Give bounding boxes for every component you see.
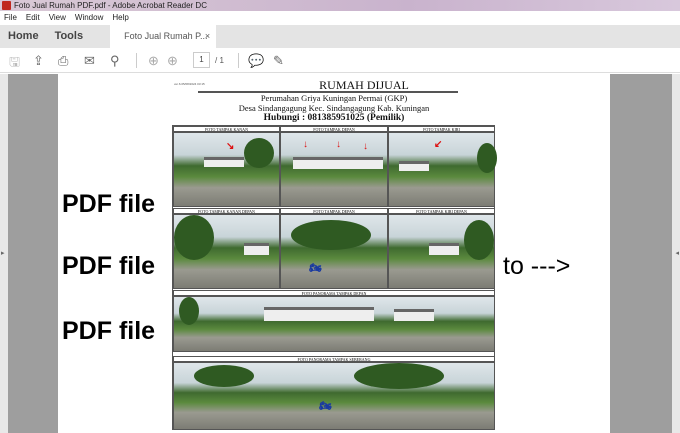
house-photo <box>388 214 495 289</box>
divider <box>136 53 137 68</box>
menu-bar: File Edit View Window Help <box>0 11 680 25</box>
red-arrow-icon: ↙ <box>434 139 443 150</box>
title-bar: Foto Jual Rumah PDF.pdf - Adobe Acrobat … <box>0 0 680 11</box>
divider <box>238 53 239 68</box>
pdf-file-label: PDF file <box>62 317 156 345</box>
document-line2: Desa Sindangagung Kec. Sindangagung Kab.… <box>238 103 430 113</box>
upload-cloud-icon[interactable]: ⇪ <box>33 53 44 69</box>
panorama-photo: 🏍 <box>173 362 495 430</box>
page-down-icon[interactable]: ⊕ <box>167 53 178 69</box>
red-arrow-icon: ↓ <box>363 141 368 152</box>
tab-bar: Home Tools Foto Jual Rumah P... × <box>0 25 680 48</box>
print-icon[interactable]: ⎙ <box>58 53 68 69</box>
search-icon[interactable]: ⚲ <box>110 53 120 69</box>
red-arrow-icon: ↓ <box>303 139 308 150</box>
pdf-file-label: PDF file <box>62 190 156 218</box>
tab-document-label: Foto Jual Rumah P... <box>124 31 208 41</box>
page-up-icon[interactable]: ⊕ <box>148 53 159 69</box>
house-photo: ↙ <box>388 132 497 207</box>
pdf-app-icon <box>2 1 11 10</box>
page-number-input[interactable]: 1 <box>193 52 210 68</box>
tab-document[interactable]: Foto Jual Rumah P... × <box>110 25 217 48</box>
pdf-file-label: PDF file <box>62 252 156 280</box>
house-photo: ↓ ↓ ↓ <box>280 132 388 207</box>
motorcycle-icon: 🏍 <box>309 263 322 274</box>
house-photo: 🏍 <box>280 214 388 289</box>
menu-view[interactable]: View <box>49 11 66 25</box>
arrow-to-label: to ---> <box>503 252 571 280</box>
document-line3: Hubungi : 081385951025 (Pemilik) <box>263 113 405 123</box>
tab-tools[interactable]: Tools <box>47 25 92 48</box>
menu-file[interactable]: File <box>4 11 17 25</box>
window-title: Foto Jual Rumah PDF.pdf - Adobe Acrobat … <box>14 1 207 10</box>
menu-edit[interactable]: Edit <box>26 11 40 25</box>
close-tab-icon[interactable]: × <box>205 25 210 48</box>
panorama-photo <box>173 296 495 352</box>
red-arrow-icon: ↓ <box>336 139 341 150</box>
right-panel-toggle[interactable]: ◂ <box>672 74 680 433</box>
toolbar: 🖫 ⇪ ⎙ ✉ ⚲ ⊕ ⊕ 1 / 1 💬 ✎ <box>0 48 680 73</box>
expand-left-icon: ▸ <box>1 250 5 257</box>
document-line1: Perumahan Griya Kuningan Permai (GKP) <box>260 93 408 103</box>
save-icon[interactable]: 🖫 <box>9 53 20 75</box>
menu-help[interactable]: Help <box>112 11 128 25</box>
menu-window[interactable]: Window <box>75 11 103 25</box>
tab-home[interactable]: Home <box>0 25 47 48</box>
email-icon[interactable]: ✉ <box>84 53 95 69</box>
house-photo <box>173 214 280 289</box>
red-arrow-icon: ↘ <box>226 141 235 152</box>
motorcycle-icon: 🏍 <box>319 401 332 412</box>
sign-pen-icon[interactable]: ✎ <box>273 53 284 69</box>
comment-icon[interactable]: 💬 <box>248 53 264 69</box>
expand-right-icon: ◂ <box>675 250 679 257</box>
house-photo: ↘ <box>173 132 280 207</box>
photo-table: FOTO TAMPAK KANAN FOTO TAMPAK DEPAN FOTO… <box>172 125 497 430</box>
document-viewer[interactable]: ▸ ◂ ver.6.05/08/2024 03:15 RUMAH DIJUAL … <box>0 74 680 433</box>
left-panel-toggle[interactable]: ▸ <box>0 74 8 433</box>
page-total: / 1 <box>215 56 224 65</box>
